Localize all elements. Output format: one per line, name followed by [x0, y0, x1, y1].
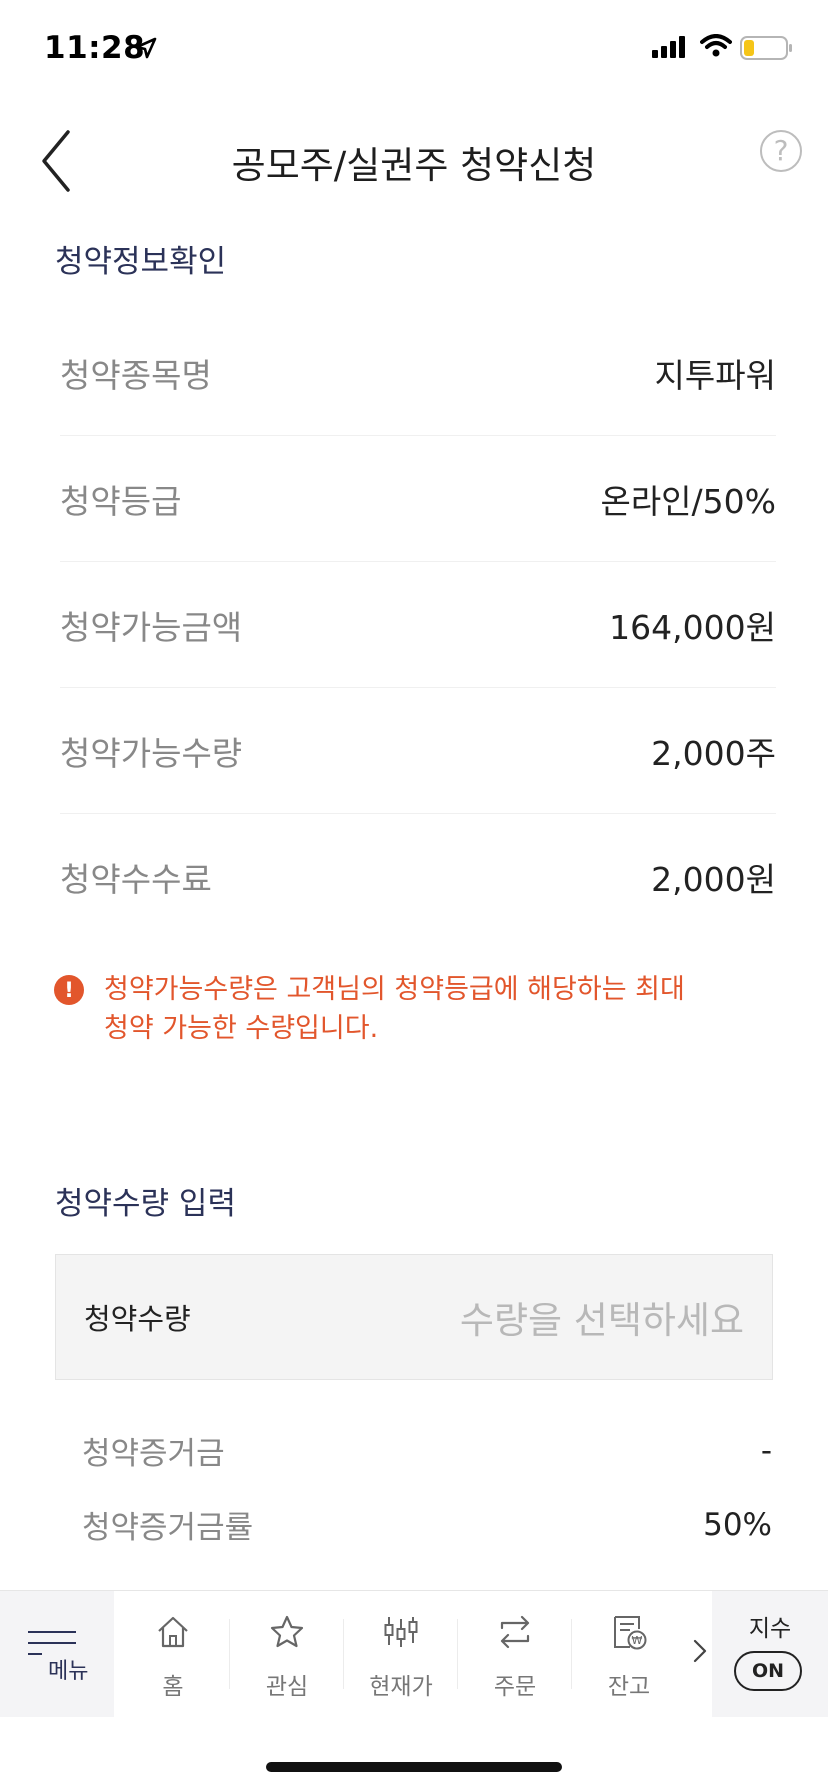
- info-value: 2,000주: [651, 733, 776, 773]
- nav-item-home[interactable]: 홈: [116, 1591, 230, 1717]
- location-arrow-icon: [135, 37, 157, 59]
- menu-label: 메뉴: [48, 1659, 89, 1684]
- info-row: 청약종목명 지투파워: [60, 310, 776, 436]
- info-list: 청약종목명 지투파워 청약등급 온라인/50% 청약가능금액 164,000원 …: [60, 310, 776, 940]
- notice-line: 청약 가능한 수량입니다.: [104, 1013, 379, 1044]
- exchange-arrows-icon: [500, 1615, 530, 1649]
- star-icon: [270, 1615, 304, 1648]
- nav-item-order[interactable]: 주문: [458, 1591, 572, 1717]
- quantity-select[interactable]: 청약수량 수량을 선택하세요: [55, 1254, 773, 1380]
- section-title-quantity: 청약수량 입력: [55, 1186, 236, 1222]
- page-title: 공모주/실권주 청약신청: [231, 144, 597, 187]
- deposit-rate-row: 청약증거금률 50%: [82, 1502, 772, 1547]
- info-label: 청약가능금액: [60, 607, 243, 647]
- deposit-label: 청약증거금: [82, 1436, 225, 1472]
- notice-line: 청약가능수량은 고객님의 청약등급에 해당하는 최대: [104, 974, 685, 1005]
- notice: ! 청약가능수량은 고객님의 청약등급에 해당하는 최대 청약 가능한 수량입니…: [54, 970, 774, 1048]
- info-label: 청약종목명: [60, 355, 212, 395]
- deposit-row: 청약증거금 -: [82, 1428, 772, 1473]
- nav-label: 주문: [493, 1674, 537, 1700]
- header: 공모주/실권주 청약신청 ?: [0, 110, 828, 210]
- balance-icon: ₩: [614, 1616, 647, 1650]
- index-panel: 지수 ON: [712, 1591, 828, 1717]
- nav-item-favorites[interactable]: 관심: [230, 1591, 344, 1717]
- nav-item-balance[interactable]: ₩ 잔고: [572, 1591, 686, 1717]
- info-row: 청약가능금액 164,000원: [60, 562, 776, 688]
- status-time: 11:28: [44, 30, 146, 66]
- info-label: 청약가능수량: [60, 733, 243, 773]
- info-label: 청약등급: [60, 481, 182, 521]
- svg-text:₩: ₩: [632, 1634, 643, 1647]
- deposit-rate-label: 청약증거금률: [82, 1510, 254, 1546]
- quantity-label: 청약수량: [84, 1302, 191, 1336]
- info-row: 청약수수료 2,000원: [60, 814, 776, 940]
- info-label: 청약수수료: [60, 860, 212, 899]
- signal-icon: [652, 36, 685, 58]
- warning-icon: !: [54, 975, 84, 1005]
- home-icon: [158, 1616, 188, 1648]
- battery-icon: [740, 36, 792, 60]
- menu-button[interactable]: 메뉴: [0, 1591, 114, 1717]
- info-value: 온라인/50%: [600, 481, 776, 521]
- nav-item-quote[interactable]: 현재가: [344, 1591, 458, 1717]
- deposit-rate-value: 50%: [703, 1506, 772, 1543]
- help-icon[interactable]: ?: [760, 130, 802, 172]
- nav-label: 홈: [162, 1674, 184, 1700]
- nav-label: 관심: [265, 1674, 309, 1700]
- info-value: 지투파워: [654, 355, 776, 395]
- candlestick-icon: [384, 1617, 418, 1647]
- status-bar: 11:28: [0, 0, 828, 100]
- info-value: 2,000원: [651, 860, 776, 899]
- info-row: 청약가능수량 2,000주: [60, 688, 776, 814]
- section-title-info: 청약정보확인: [55, 244, 227, 280]
- bottom-nav: 메뉴 홈 관심 현재가 주문 ₩ 잔고 지수 ON: [0, 1590, 828, 1717]
- nav-label: 현재가: [369, 1674, 433, 1700]
- chevron-right-icon[interactable]: [690, 1631, 710, 1671]
- index-label: 지수: [748, 1616, 792, 1642]
- home-indicator[interactable]: [266, 1762, 562, 1772]
- deposit-value: -: [760, 1432, 772, 1469]
- wifi-icon: [700, 34, 732, 57]
- info-row: 청약등급 온라인/50%: [60, 436, 776, 562]
- quantity-placeholder: 수량을 선택하세요: [459, 1299, 744, 1342]
- nav-label: 잔고: [607, 1674, 651, 1700]
- notice-text: 청약가능수량은 고객님의 청약등급에 해당하는 최대 청약 가능한 수량입니다.: [104, 970, 724, 1048]
- info-value: 164,000원: [609, 607, 776, 647]
- index-toggle[interactable]: ON: [734, 1651, 802, 1691]
